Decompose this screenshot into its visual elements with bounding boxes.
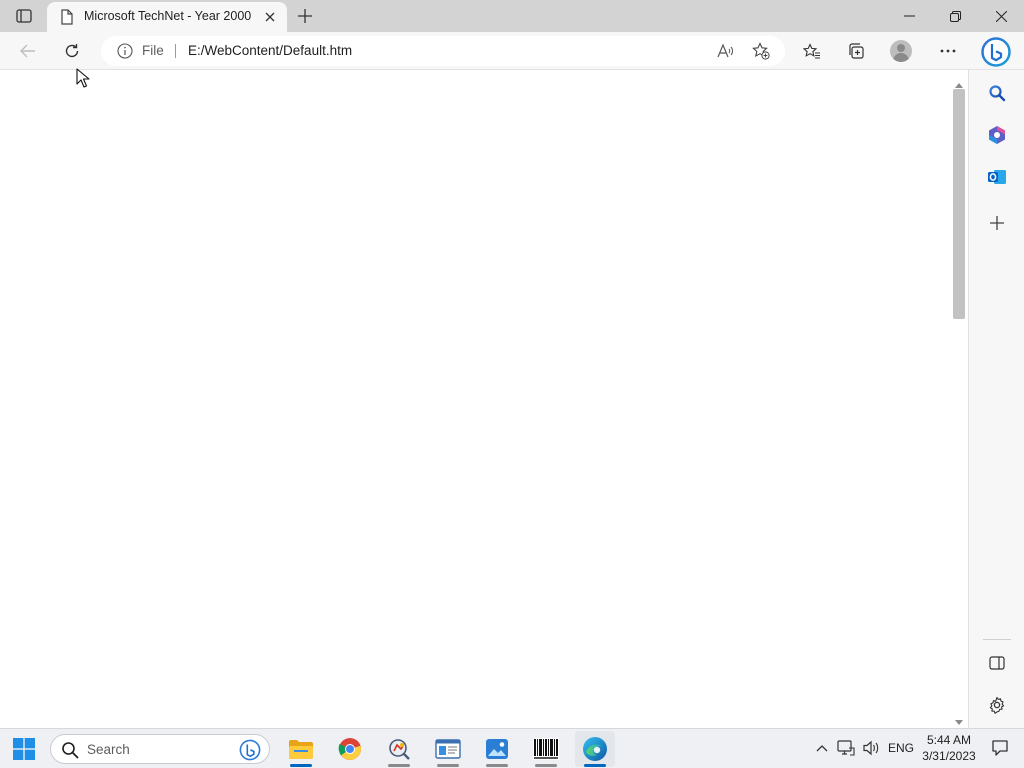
page-icon (60, 9, 74, 25)
collections-icon[interactable] (841, 37, 871, 65)
app-taskbar-button-3[interactable] (379, 731, 419, 767)
back-button[interactable] (13, 37, 43, 65)
search-icon[interactable] (983, 79, 1011, 107)
favorites-icon[interactable] (797, 37, 827, 65)
chrome-taskbar-button[interactable] (330, 731, 370, 767)
close-tab-icon[interactable] (261, 8, 279, 26)
add-sidebar-app-icon[interactable] (983, 209, 1011, 237)
site-scheme-label[interactable]: File (142, 43, 164, 58)
search-placeholder: Search (87, 742, 130, 757)
outlook-icon[interactable] (983, 163, 1011, 191)
microsoft-365-icon[interactable] (983, 121, 1011, 149)
scrollbar-thumb[interactable] (953, 89, 965, 319)
taskbar-search-box[interactable]: Search (50, 734, 270, 764)
browser-toolbar: File E:/WebContent/Default.htm (0, 32, 1024, 70)
tab-actions-menu-icon[interactable] (10, 4, 38, 28)
mouse-cursor-icon (76, 68, 90, 93)
browser-tab-active[interactable]: Microsoft TechNet - Year 2000 (47, 2, 287, 32)
profile-avatar[interactable] (890, 40, 912, 62)
edge-taskbar-button[interactable] (575, 731, 615, 767)
info-icon[interactable] (117, 43, 133, 59)
web-page-content (0, 71, 951, 727)
more-options-icon[interactable] (933, 37, 963, 65)
system-clock[interactable]: 5:44 AM 3/31/2023 (920, 732, 978, 764)
tab-strip: Microsoft TechNet - Year 2000 (0, 0, 1024, 32)
search-icon (61, 741, 79, 764)
add-favorite-icon[interactable] (748, 39, 774, 63)
sidebar-divider (983, 639, 1011, 640)
show-hidden-icons-chevron-icon[interactable] (814, 737, 830, 759)
windows-taskbar: Search ENG 5:44 AM 3/31/2023 (0, 728, 1024, 768)
volume-icon[interactable] (861, 737, 881, 759)
new-tab-button[interactable] (292, 4, 318, 28)
hide-sidebar-icon[interactable] (983, 649, 1011, 677)
running-indicator (486, 764, 508, 767)
start-button[interactable] (4, 731, 44, 767)
address-divider (175, 44, 176, 58)
close-window-button[interactable] (978, 0, 1024, 32)
restore-button[interactable] (932, 0, 978, 32)
clock-time: 5:44 AM (926, 733, 972, 747)
tab-title: Microsoft TechNet - Year 2000 (84, 9, 252, 23)
file-explorer-taskbar-button[interactable] (281, 731, 321, 767)
settings-gear-icon[interactable] (983, 691, 1011, 719)
network-icon[interactable] (836, 737, 856, 759)
bing-copilot-button[interactable] (979, 35, 1013, 69)
read-aloud-icon[interactable] (712, 39, 738, 63)
running-indicator (437, 764, 459, 767)
input-language-indicator[interactable]: ENG (888, 741, 914, 755)
edge-sidebar (968, 70, 1024, 728)
address-bar[interactable]: File E:/WebContent/Default.htm (101, 36, 785, 66)
app-taskbar-button-4[interactable] (428, 731, 468, 767)
clock-date: 3/31/2023 (922, 749, 976, 763)
running-indicator (535, 764, 557, 767)
notifications-icon[interactable] (990, 737, 1010, 759)
running-indicator (290, 764, 312, 767)
vertical-scrollbar[interactable] (951, 71, 967, 727)
photos-taskbar-button[interactable] (477, 731, 517, 767)
running-indicator (584, 764, 606, 767)
refresh-button[interactable] (57, 37, 87, 65)
barcode-app-taskbar-button[interactable] (526, 731, 566, 767)
bing-icon[interactable] (239, 739, 261, 766)
url-text[interactable]: E:/WebContent/Default.htm (188, 43, 352, 58)
running-indicator (388, 764, 410, 767)
minimize-button[interactable] (886, 0, 932, 32)
